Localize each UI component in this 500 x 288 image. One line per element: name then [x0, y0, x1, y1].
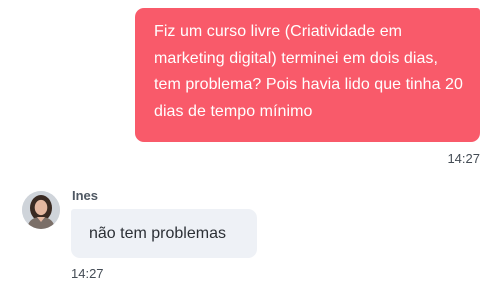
sender-name: Ines	[72, 188, 99, 203]
outgoing-message-time: 14:27	[447, 151, 480, 166]
incoming-message-time: 14:27	[71, 266, 104, 281]
sender-avatar[interactable]	[22, 191, 60, 229]
outgoing-message-bubble[interactable]: Fiz um curso livre (Criatividade em mark…	[135, 8, 480, 142]
incoming-message-bubble[interactable]: não tem problemas	[71, 209, 257, 258]
user-photo-icon	[22, 191, 60, 229]
outgoing-message-text: Fiz um curso livre (Criatividade em mark…	[154, 23, 463, 120]
chat-thread: Fiz um curso livre (Criatividade em mark…	[0, 0, 500, 288]
incoming-message-text: não tem problemas	[89, 225, 226, 242]
